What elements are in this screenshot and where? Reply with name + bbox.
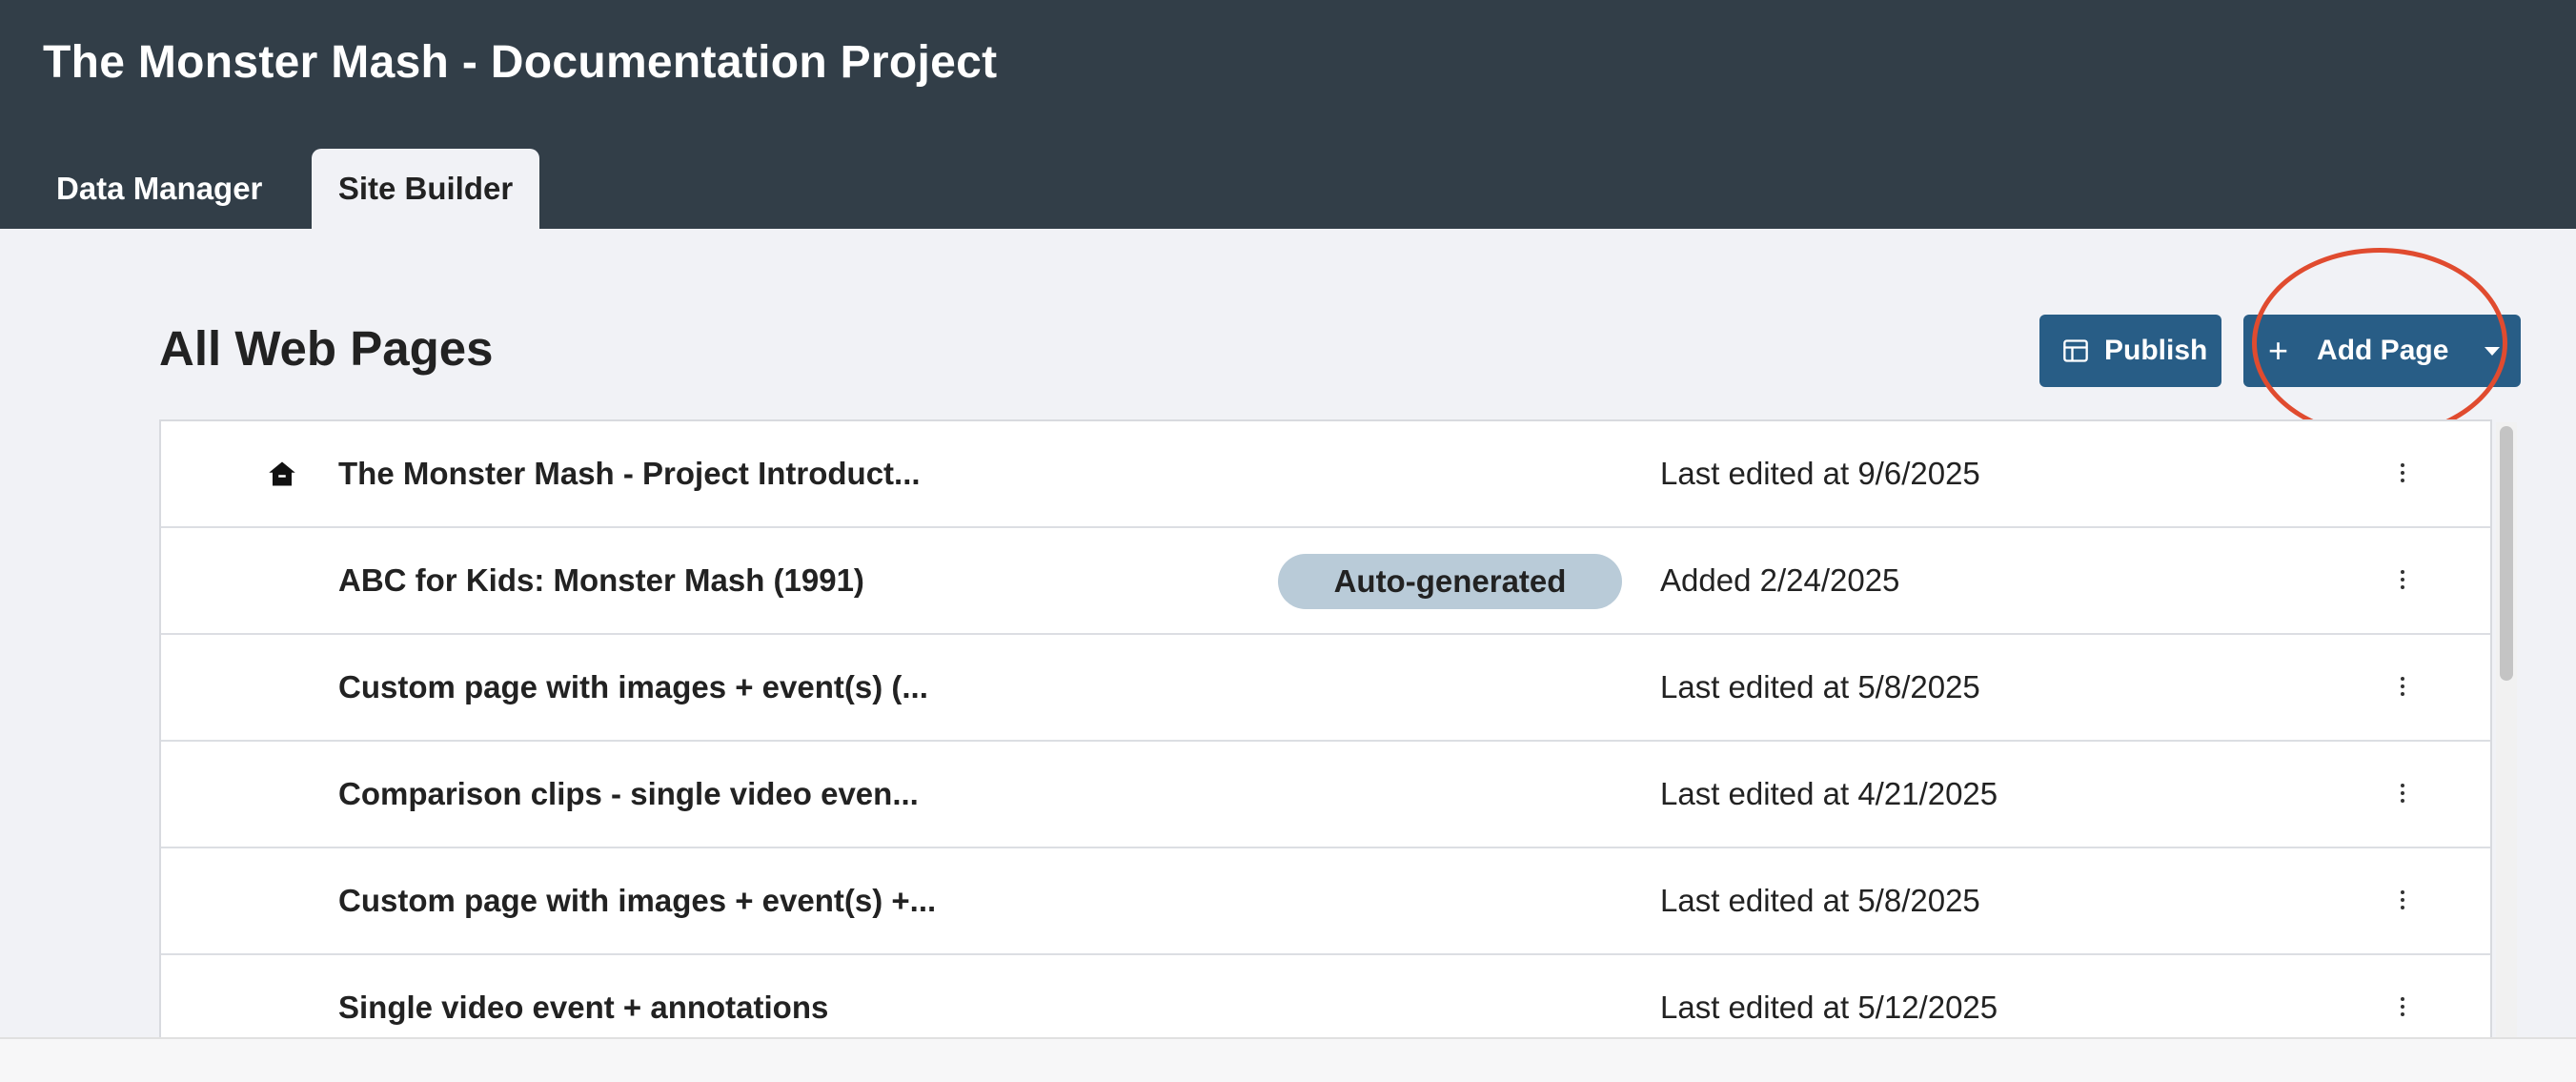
more-options-icon[interactable] <box>2392 993 2413 1022</box>
layout-icon <box>2063 339 2088 362</box>
page: The Monster Mash - Documentation Project… <box>0 0 2576 1082</box>
page-date-cell: Last edited at 4/21/2025 <box>1660 776 1998 811</box>
more-options-icon[interactable] <box>2392 673 2413 702</box>
home-icon <box>269 461 295 486</box>
publish-button[interactable]: Publish <box>2039 315 2221 387</box>
page-date-cell: Last edited at 9/6/2025 <box>1660 456 1980 491</box>
add-page-button[interactable]: + Add Page <box>2243 315 2521 387</box>
page-date-cell: Added 2/24/2025 <box>1660 562 1900 598</box>
more-options-icon[interactable] <box>2392 459 2413 488</box>
scrollbar[interactable] <box>2496 422 2517 1082</box>
status-badge: Auto-generated <box>1278 554 1622 609</box>
page-title-cell[interactable]: ABC for Kids: Monster Mash (1991) <box>338 528 864 633</box>
plus-icon: + <box>2268 331 2289 370</box>
app-header: The Monster Mash - Documentation Project… <box>0 0 2576 229</box>
page-date-cell: Last edited at 5/8/2025 <box>1660 883 1980 918</box>
list-item[interactable]: ABC for Kids: Monster Mash (1991) Auto-g… <box>161 528 2490 635</box>
list-item[interactable]: The Monster Mash - Project Introduct... … <box>161 421 2490 528</box>
tab-site-builder[interactable]: Site Builder <box>312 149 539 229</box>
page-list: The Monster Mash - Project Introduct... … <box>159 419 2492 1082</box>
more-options-icon[interactable] <box>2392 887 2413 915</box>
bottom-edge <box>0 1037 2576 1082</box>
list-item[interactable]: Custom page with images + event(s) (... … <box>161 635 2490 742</box>
page-title-cell[interactable]: The Monster Mash - Project Introduct... <box>338 421 921 526</box>
publish-label: Publish <box>2104 335 2208 366</box>
more-options-icon[interactable] <box>2392 566 2413 595</box>
tab-data-manager[interactable]: Data Manager <box>56 149 262 229</box>
scrollbar-thumb[interactable] <box>2500 426 2513 681</box>
page-title-cell[interactable]: Custom page with images + event(s) (... <box>338 635 928 740</box>
app-title: The Monster Mash - Documentation Project <box>43 37 998 88</box>
page-title-cell[interactable]: Custom page with images + event(s) +... <box>338 848 936 953</box>
page-title-cell[interactable]: Comparison clips - single video even... <box>338 742 919 847</box>
list-item[interactable]: Custom page with images + event(s) +... … <box>161 848 2490 955</box>
chevron-down-icon[interactable] <box>2485 347 2500 356</box>
list-item[interactable]: Comparison clips - single video even... … <box>161 742 2490 848</box>
add-page-label: Add Page <box>2317 335 2449 366</box>
page-date-cell: Last edited at 5/8/2025 <box>1660 669 1980 704</box>
more-options-icon[interactable] <box>2392 780 2413 808</box>
page-title: All Web Pages <box>159 321 494 376</box>
